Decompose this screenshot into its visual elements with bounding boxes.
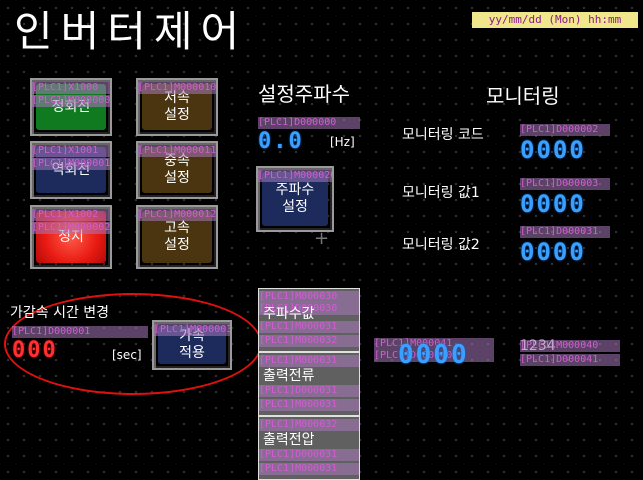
- freq-value-tile-label: 주파수값: [263, 306, 315, 322]
- plc-tag: [PLC1]M000031: [259, 399, 359, 411]
- low-speed-button[interactable]: 저속 설정 [PLC1]M000010: [136, 78, 218, 136]
- monitor-code-value: 0000: [520, 136, 586, 164]
- plc-tag: [PLC1]X1001: [32, 145, 110, 157]
- monitor-value2-display: [PLC1]D000031 0000: [520, 226, 610, 266]
- plc-tag: [PLC1]D000003: [520, 178, 610, 190]
- plc-tag: [PLC1]M000011: [138, 145, 216, 157]
- freq-value-tile[interactable]: [PLC1]M000030 [PLC1]D000030 주파수값 [PLC1]M…: [258, 288, 360, 352]
- output-voltage-tile[interactable]: [PLC1]M000032 출력전압 [PLC1]D000031 [PLC1]M…: [258, 416, 360, 480]
- plc-tag: [PLC1]M000002: [32, 222, 110, 234]
- freq-unit: [Hz]: [330, 135, 355, 149]
- plc-tag: [PLC1]D000031: [520, 226, 610, 238]
- plc-tag: [PLC1]D000000: [258, 117, 360, 129]
- freq-value: 0.0: [258, 129, 304, 154]
- monitor-value1-display: [PLC1]D000003 0000: [520, 178, 610, 218]
- monitor-value1-label: 모니터링 값1: [402, 185, 480, 201]
- output-voltage-tile-label: 출력전압: [263, 432, 315, 448]
- plc-tag: [PLC1]D000002: [520, 124, 610, 136]
- freq-apply-button[interactable]: 주파수 설정 [PLC1]M000020: [256, 166, 334, 232]
- plc-tag: [PLC1]D000031: [259, 449, 359, 461]
- monitor-code-label: 모니터링 코드: [402, 127, 484, 143]
- page-title: 인버터제어: [14, 7, 248, 56]
- output-current-tile-label: 출력전류: [263, 368, 315, 384]
- freq-setting-display[interactable]: [PLC1]D000000 0.0 [Hz]: [258, 117, 360, 157]
- readout-text-display: 1234 [PLC1]M000040 [PLC1]D000041: [520, 338, 620, 372]
- plc-tag: [PLC1]M000031: [259, 463, 359, 475]
- plc-tag: [PLC1]D000031: [259, 385, 359, 397]
- plc-tag: [PLC1]M000032: [259, 335, 359, 347]
- plus-marker: +: [314, 228, 330, 249]
- accel-display[interactable]: [PLC1]D000001 000 [sec]: [12, 326, 148, 366]
- stop-button[interactable]: 정지 [PLC1]X1002 [PLC1]M000002: [30, 205, 112, 269]
- monitor-value1-value: 0000: [520, 190, 586, 218]
- monitor-value2-label: 모니터링 값2: [402, 237, 480, 253]
- plc-tag: [PLC1]D000001: [12, 326, 148, 338]
- plc-tag: [PLC1]X1002: [32, 209, 110, 221]
- readout-value: 0000: [398, 340, 469, 370]
- reverse-button[interactable]: 역회전 [PLC1]X1001 [PLC1]M000001: [30, 141, 112, 199]
- plc-tag: [PLC1]M000012: [138, 209, 216, 221]
- plc-tag: [PLC1]M000030: [259, 291, 359, 303]
- plc-tag: [PLC1]M000003: [154, 324, 230, 336]
- readout-display: [PLC1]M000041 [PLC1]D000040 0000: [374, 338, 494, 372]
- accel-heading: 가감속 시간 변경: [10, 305, 110, 321]
- accel-value: 000: [12, 338, 58, 363]
- mid-speed-button[interactable]: 중속 설정 [PLC1]M000011: [136, 141, 218, 199]
- accel-apply-button[interactable]: 가속 적용 [PLC1]M000003: [152, 320, 232, 370]
- output-current-tile[interactable]: [PLC1]M000031 출력전류 [PLC1]D000031 [PLC1]M…: [258, 352, 360, 416]
- plc-tag: [PLC1]D000041: [520, 354, 620, 366]
- plc-tag: [PLC1]M000000: [32, 95, 110, 107]
- high-speed-button[interactable]: 고속 설정 [PLC1]M000012: [136, 205, 218, 269]
- datetime-display: yy/mm/dd (Mon) hh:mm: [472, 12, 638, 28]
- plc-tag: [PLC1]M000020: [258, 170, 332, 182]
- plc-tag: [PLC1]M000040: [520, 340, 620, 352]
- accel-unit: [sec]: [112, 348, 142, 362]
- forward-button[interactable]: 정회전 [PLC1]X1000 [PLC1]M000000: [30, 78, 112, 136]
- freq-setting-heading: 설정주파수: [258, 82, 350, 106]
- monitoring-heading: 모니터링: [486, 84, 560, 108]
- plc-tag: [PLC1]M000001: [32, 158, 110, 170]
- monitor-code-display: [PLC1]D000002 0000: [520, 124, 610, 164]
- plc-tag: [PLC1]X1000: [32, 82, 110, 94]
- plc-tag: [PLC1]M000010: [138, 82, 216, 94]
- plc-tag: [PLC1]M000031: [259, 321, 359, 333]
- monitor-value2-value: 0000: [520, 238, 586, 266]
